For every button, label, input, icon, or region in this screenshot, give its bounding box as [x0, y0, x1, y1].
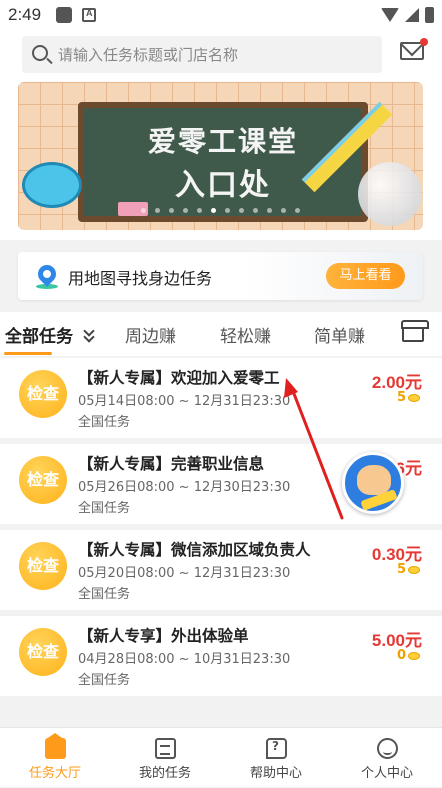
- wifi-icon: [381, 8, 399, 22]
- coin-count: 0: [396, 648, 406, 663]
- nav-help-center[interactable]: 帮助中心: [221, 728, 331, 788]
- view-now-button[interactable]: 马上看看: [326, 263, 405, 289]
- task-title: 【新人专属】微信添加区域负责人: [78, 541, 311, 559]
- signal-icon: [405, 8, 419, 22]
- nav-label: 个人中心: [360, 766, 413, 781]
- notification-icon: [56, 7, 72, 23]
- tab-easy[interactable]: 轻松赚: [220, 322, 271, 347]
- task-scope: 全国任务: [78, 501, 131, 516]
- task-item[interactable]: 检查 【新人专属】欢迎加入爱零工 05月14日08:00 ~ 12月31日23:…: [0, 358, 442, 438]
- carousel-dot[interactable]: [295, 208, 300, 213]
- store-icon[interactable]: [401, 320, 429, 342]
- coin-count: 5: [396, 390, 406, 405]
- carousel-dot[interactable]: [169, 208, 174, 213]
- task-coins: 5: [397, 562, 420, 577]
- carousel-dot[interactable]: [141, 208, 146, 213]
- a-notification-icon: [82, 8, 96, 22]
- nav-label: 帮助中心: [249, 766, 302, 781]
- task-scope: 全国任务: [78, 587, 131, 602]
- gold-coin-icon: [408, 565, 420, 574]
- task-scope: 全国任务: [78, 673, 131, 688]
- task-tabs: 全部任务 周边赚 轻松赚 简单赚: [0, 312, 442, 356]
- tab-simple[interactable]: 简单赚: [314, 322, 365, 347]
- task-date: 05月26日08:00 ~ 12月30日23:30: [78, 480, 291, 495]
- task-type-badge: 检查: [19, 628, 67, 676]
- carousel-dot[interactable]: [281, 208, 286, 213]
- banner-carousel[interactable]: 爱零工课堂 入口处: [18, 82, 423, 230]
- bottom-nav: 任务大厅 我的任务 帮助中心 个人中心: [0, 727, 442, 787]
- carousel-dot[interactable]: [183, 208, 188, 213]
- banner-area: 爱零工课堂 入口处: [0, 80, 442, 240]
- status-time: 2:49: [8, 5, 42, 24]
- search-icon: [32, 45, 48, 61]
- carousel-dot[interactable]: [239, 208, 244, 213]
- status-bar: 2:49: [0, 0, 442, 30]
- task-coins: 5: [397, 390, 420, 405]
- carousel-dot[interactable]: [225, 208, 230, 213]
- active-tab-indicator: [4, 352, 52, 355]
- tab-all-tasks[interactable]: 全部任务: [5, 322, 73, 347]
- banner-title: 爱零工课堂: [147, 125, 298, 158]
- task-title: 【新人专属】完善职业信息: [78, 455, 265, 473]
- nav-label: 我的任务: [138, 766, 191, 781]
- coin-count: 5: [396, 562, 406, 577]
- map-search-text: 用地图寻找身边任务: [68, 269, 213, 288]
- nav-profile[interactable]: 个人中心: [332, 728, 442, 788]
- task-type-badge: 检查: [19, 456, 67, 504]
- tab-nearby[interactable]: 周边赚: [125, 322, 176, 347]
- gold-coin-icon: [408, 393, 420, 402]
- carousel-dot[interactable]: [211, 208, 216, 213]
- hand-icon: [357, 465, 391, 495]
- search-input[interactable]: [58, 36, 378, 73]
- task-date: 04月28日08:00 ~ 10月31日23:30: [78, 652, 291, 667]
- carousel-dot[interactable]: [267, 208, 272, 213]
- task-type-badge: 检查: [19, 370, 67, 418]
- carousel-dot[interactable]: [253, 208, 258, 213]
- battery-icon: [425, 7, 434, 23]
- task-date: 05月14日08:00 ~ 12月31日23:30: [78, 394, 291, 409]
- unread-dot: [420, 38, 428, 46]
- speech-bubble-illustration: [22, 162, 82, 208]
- location-pin-icon: [34, 261, 60, 287]
- gold-coin-icon: [408, 651, 420, 660]
- header: [0, 30, 442, 80]
- task-item[interactable]: 检查 【新人专属】微信添加区域负责人 05月20日08:00 ~ 12月31日2…: [0, 530, 442, 610]
- task-date: 05月20日08:00 ~ 12月31日23:30: [78, 566, 291, 581]
- map-search-card[interactable]: 用地图寻找身边任务 马上看看: [18, 252, 423, 300]
- floating-reward-button[interactable]: [342, 452, 404, 514]
- task-scope: 全国任务: [78, 415, 131, 430]
- carousel-dot[interactable]: [197, 208, 202, 213]
- task-title: 【新人专享】外出体验单: [78, 627, 249, 645]
- user-icon: [377, 738, 398, 759]
- globe-illustration: [358, 162, 422, 226]
- carousel-indicator: [18, 208, 423, 213]
- carousel-dot[interactable]: [155, 208, 160, 213]
- nav-my-tasks[interactable]: 我的任务: [110, 728, 220, 788]
- task-coins: 0: [397, 648, 420, 663]
- nav-task-hall[interactable]: 任务大厅: [0, 728, 110, 788]
- help-icon: [266, 738, 287, 759]
- task-type-badge: 检查: [19, 542, 67, 590]
- document-icon: [155, 738, 176, 759]
- nav-label: 任务大厅: [28, 766, 81, 781]
- home-icon: [45, 733, 66, 759]
- task-item[interactable]: 检查 【新人专享】外出体验单 04月28日08:00 ~ 10月31日23:30…: [0, 616, 442, 696]
- search-box[interactable]: [22, 36, 382, 73]
- task-title: 【新人专属】欢迎加入爱零工: [78, 369, 280, 387]
